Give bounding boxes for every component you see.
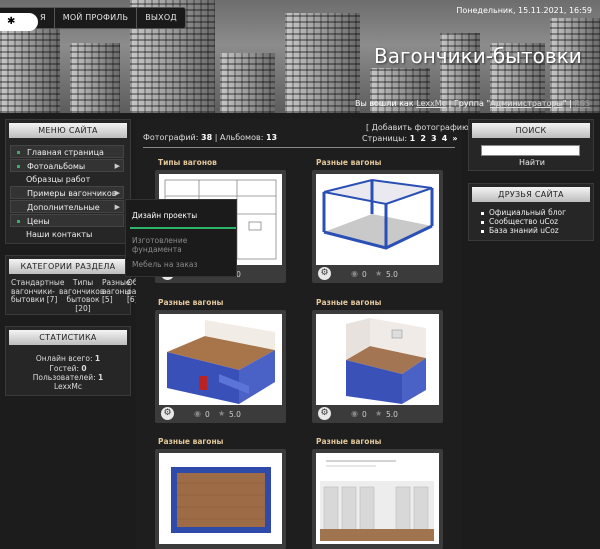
search-title: ПОИСК bbox=[472, 123, 590, 138]
album-image[interactable] bbox=[159, 453, 282, 544]
submenu-item-foundation[interactable]: Изготовление фундамента bbox=[132, 236, 236, 254]
menu-item-home[interactable]: Главная страница bbox=[10, 145, 124, 158]
bullet-icon bbox=[17, 220, 20, 223]
views-count: 0 bbox=[205, 410, 210, 419]
album-thumb[interactable]: ⚙ ◉ 0 ★ 5.0 bbox=[312, 170, 443, 283]
group-suffix: " | bbox=[562, 99, 572, 108]
bullet-icon bbox=[17, 165, 20, 168]
menu-label: Фотоальбомы bbox=[27, 162, 86, 171]
login-status: Вы вошли как LexxMc | Группа "Администра… bbox=[355, 99, 590, 108]
rating-value: 5.0 bbox=[229, 410, 241, 419]
album-title[interactable]: Разные вагоны bbox=[316, 298, 381, 307]
categories-title: КАТЕГОРИИ РАЗДЕЛА bbox=[9, 259, 127, 274]
views-icon: ◉ bbox=[194, 409, 201, 418]
stat-guests: Гостей: 0 bbox=[49, 364, 87, 373]
page-link[interactable]: 4 bbox=[442, 134, 448, 143]
login-prefix: Вы вошли как bbox=[354, 99, 414, 108]
submenu-item-furniture[interactable]: Мебель на заказ bbox=[132, 260, 198, 269]
views-icon: ◉ bbox=[351, 269, 358, 278]
menu-item-samples[interactable]: Образцы работ bbox=[10, 173, 124, 186]
rating-value: 5.0 bbox=[386, 270, 398, 279]
stat-users: Пользователей: 1 bbox=[32, 373, 104, 382]
album-thumb[interactable]: ⚙ ◉ 0 ★ 5.0 bbox=[312, 310, 443, 423]
friend-link-blog[interactable]: Официальный блог bbox=[481, 208, 566, 217]
album-title[interactable]: Разные вагоны bbox=[158, 298, 223, 307]
stat-online: Онлайн всего: 1 bbox=[35, 354, 101, 363]
album-meta: ⚙ ◉ 0 ★ 5.0 bbox=[155, 405, 286, 423]
gear-icon[interactable]: ⚙ bbox=[318, 267, 331, 280]
friend-link-community[interactable]: Сообщество uCoz bbox=[481, 217, 558, 226]
submenu-active-underline bbox=[130, 227, 236, 229]
menu-item-examples[interactable]: Примеры вагончиков по ▶ bbox=[10, 186, 124, 211]
album-image[interactable] bbox=[316, 314, 439, 405]
album-thumb[interactable]: ⚙ ◉ 0 ★ 5.0 bbox=[155, 310, 286, 423]
album-meta: ⚙ ◉ 0 ★ 5.0 bbox=[312, 405, 443, 423]
pagination: Страницы: 1 2 3 4 » bbox=[362, 134, 458, 143]
menu-label: Образцы работ bbox=[26, 175, 91, 184]
submenu-dropdown: Дизайн проекты Изготовление фундамента М… bbox=[125, 199, 237, 277]
menu-label: Цены bbox=[27, 217, 50, 226]
menu-item-extra-services[interactable]: Дополнительные услуги ▶ bbox=[10, 200, 124, 225]
nav-item-logout[interactable]: ВЫХОД bbox=[137, 8, 185, 28]
views-count: 0 bbox=[362, 270, 367, 279]
add-photo-link[interactable]: [ Добавить фотографию ] bbox=[366, 123, 474, 132]
rating-icon: ★ bbox=[375, 409, 383, 418]
group-link[interactable]: Администраторы bbox=[490, 99, 563, 108]
group-label: | Группа " bbox=[448, 99, 491, 108]
chevron-right-icon: ▶ bbox=[114, 189, 120, 197]
site-menu-title: МЕНЮ САЙТА bbox=[9, 123, 127, 138]
bullet-icon bbox=[481, 211, 484, 215]
gear-icon[interactable]: ⚙ bbox=[161, 407, 174, 420]
chevron-right-icon: ▶ bbox=[114, 203, 120, 211]
album-meta: ⚙ ◉ 0 ★ 5.0 bbox=[312, 265, 443, 283]
menu-label: Главная страница bbox=[27, 148, 104, 157]
album-image[interactable] bbox=[316, 174, 439, 265]
rating-value: 5.0 bbox=[386, 410, 398, 419]
current-date: Понедельник, 15.11.2021, 16:59 bbox=[456, 6, 592, 15]
page-link[interactable]: 3 bbox=[431, 134, 437, 143]
views-count: 0 bbox=[362, 410, 367, 419]
next-page-link[interactable]: » bbox=[452, 134, 457, 143]
bullet-icon bbox=[481, 220, 484, 224]
bullet-icon bbox=[481, 229, 484, 233]
rss-link[interactable]: RSS bbox=[574, 99, 590, 108]
album-image[interactable] bbox=[159, 314, 282, 405]
search-button[interactable]: Найти bbox=[519, 158, 545, 167]
category-link-types[interactable]: Типы вагончиков-бытовок [20] bbox=[59, 278, 107, 313]
nav-item-profile[interactable]: МОЙ ПРОФИЛЬ bbox=[55, 8, 138, 28]
menu-item-contacts[interactable]: Наши контакты bbox=[10, 228, 124, 241]
friends-title: ДРУЗЬЯ САЙТА bbox=[472, 187, 590, 202]
rating-icon: ★ bbox=[375, 269, 383, 278]
submenu-item-design[interactable]: Дизайн проекты bbox=[132, 211, 197, 220]
chevron-right-icon: ▶ bbox=[114, 162, 120, 170]
gallery-counts: Фотографий: 38 | Альбомов: 13 bbox=[143, 133, 278, 142]
category-link-standard[interactable]: Стандартные вагончики-бытовки [7] bbox=[11, 278, 64, 305]
stats-title: СТАТИСТИКА bbox=[9, 330, 127, 345]
album-title[interactable]: Разные вагоны bbox=[316, 437, 381, 446]
divider bbox=[143, 147, 455, 148]
page-link[interactable]: 1 bbox=[410, 134, 416, 143]
gear-icon[interactable]: ⚙ bbox=[318, 407, 331, 420]
menu-item-prices[interactable]: Цены bbox=[10, 214, 124, 227]
rating-icon: ★ bbox=[218, 409, 226, 418]
album-title[interactable]: Разные вагоны bbox=[316, 158, 381, 167]
album-thumb[interactable] bbox=[312, 449, 443, 549]
friend-link-kb[interactable]: База знаний uCoz bbox=[481, 226, 559, 235]
bullet-icon bbox=[17, 151, 20, 154]
logo-icon[interactable]: ✱ bbox=[0, 13, 38, 31]
album-image[interactable] bbox=[316, 453, 439, 544]
album-title[interactable]: Разные вагоны bbox=[158, 437, 223, 446]
stat-user-link[interactable]: LexxMc bbox=[5, 382, 131, 391]
search-input[interactable] bbox=[481, 145, 580, 156]
views-icon: ◉ bbox=[351, 409, 358, 418]
menu-label: Наши контакты bbox=[26, 230, 93, 239]
menu-item-photoalbums[interactable]: Фотоальбомы ▶ bbox=[10, 159, 124, 172]
page-link[interactable]: 2 bbox=[420, 134, 426, 143]
album-thumb[interactable] bbox=[155, 449, 286, 549]
album-title[interactable]: Типы вагонов bbox=[158, 158, 217, 167]
user-link[interactable]: LexxMc bbox=[416, 99, 446, 108]
site-title[interactable]: Вагончики-бытовки bbox=[374, 44, 582, 68]
